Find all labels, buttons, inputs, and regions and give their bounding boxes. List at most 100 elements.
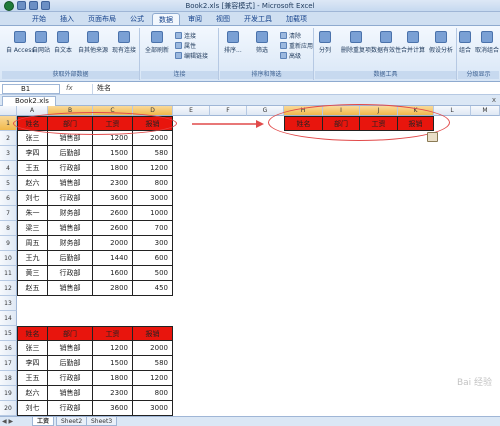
row-header[interactable]: 9	[0, 236, 17, 251]
table-cell[interactable]: 580	[133, 356, 173, 371]
table-cell[interactable]: 张三	[17, 131, 48, 146]
table-header-cell[interactable]: 报销	[133, 326, 173, 341]
table-cell[interactable]: 行政部	[48, 191, 93, 206]
tab-formulas[interactable]: 公式	[124, 13, 150, 25]
select-all-corner[interactable]	[0, 106, 17, 116]
row-header[interactable]: 12	[0, 281, 17, 296]
fx-icon[interactable]: fx	[66, 84, 73, 92]
table-cell[interactable]: 销售部	[48, 221, 93, 236]
table-cell[interactable]: 王九	[17, 251, 48, 266]
table-cell[interactable]: 3000	[133, 191, 173, 206]
table-cell[interactable]: 后勤部	[48, 251, 93, 266]
row-header[interactable]: 14	[0, 311, 17, 326]
table-cell[interactable]: 销售部	[48, 386, 93, 401]
table-cell[interactable]: 300	[133, 236, 173, 251]
table-cell[interactable]: 后勤部	[48, 356, 93, 371]
row-header[interactable]: 20	[0, 401, 17, 416]
data-validation-button[interactable]: 数据有效性	[371, 31, 401, 54]
spreadsheet-grid[interactable]: A B C D E F G H I J K L M 1 2 3 4 5 6 7 8 9 10 11 12 13 14 15 16 17 18…	[0, 104, 500, 416]
tab-insert[interactable]: 插入	[54, 13, 80, 25]
table-cell[interactable]: 1600	[93, 266, 133, 281]
sheet-tab-sheet3[interactable]: Sheet3	[86, 417, 118, 426]
table-cell[interactable]: 1200	[133, 371, 173, 386]
group-button[interactable]: 组合	[459, 31, 471, 54]
existing-connections-button[interactable]: 现有连接	[112, 31, 136, 54]
table-cell[interactable]: 800	[133, 176, 173, 191]
table-cell[interactable]: 1000	[133, 206, 173, 221]
sheet-tab-wages[interactable]: 工资	[32, 417, 55, 426]
filter-button[interactable]: 筛选	[256, 31, 268, 54]
tab-add-ins[interactable]: 加载项	[280, 13, 313, 25]
tab-review[interactable]: 审阅	[182, 13, 208, 25]
table-cell[interactable]: 2000	[93, 236, 133, 251]
table-cell[interactable]: 销售部	[48, 176, 93, 191]
sheet-tab-sheet2[interactable]: Sheet2	[56, 417, 88, 426]
remove-duplicates-button[interactable]: 删除重复项	[341, 31, 371, 54]
table-cell[interactable]: 黄三	[17, 266, 48, 281]
table-cell[interactable]: 刘七	[17, 401, 48, 416]
table-cell[interactable]: 2800	[93, 281, 133, 296]
workbook-tab[interactable]: Book2.xls	[2, 96, 56, 106]
table-cell[interactable]: 刘七	[17, 191, 48, 206]
consolidate-button[interactable]: 合并计算	[401, 31, 425, 54]
table-cell[interactable]: 赵六	[17, 386, 48, 401]
table-cell[interactable]: 1800	[93, 161, 133, 176]
table-cell[interactable]: 销售部	[48, 341, 93, 356]
row-header[interactable]: 19	[0, 386, 17, 401]
reapply-button[interactable]: 重新应用	[280, 41, 313, 50]
from-other-sources-button[interactable]: 自其他来源	[78, 31, 108, 54]
table-cell[interactable]: 销售部	[48, 281, 93, 296]
from-web-button[interactable]: 自网站	[32, 31, 50, 54]
table-cell[interactable]: 600	[133, 251, 173, 266]
column-header[interactable]: F	[210, 106, 247, 116]
table-header-cell[interactable]: 部门	[48, 326, 93, 341]
connections-button[interactable]: 连接	[175, 31, 196, 40]
table-cell[interactable]: 财务部	[48, 236, 93, 251]
row-header[interactable]: 15	[0, 326, 17, 341]
table-cell[interactable]: 450	[133, 281, 173, 296]
edit-links-button[interactable]: 编辑链接	[175, 51, 208, 60]
table-cell[interactable]: 580	[133, 146, 173, 161]
row-header[interactable]: 3	[0, 146, 17, 161]
table-cell[interactable]: 1440	[93, 251, 133, 266]
table-cell[interactable]: 2600	[93, 206, 133, 221]
row-header[interactable]: 5	[0, 176, 17, 191]
tab-view[interactable]: 视图	[210, 13, 236, 25]
from-text-button[interactable]: 自文本	[54, 31, 72, 54]
clear-button[interactable]: 清除	[280, 31, 301, 40]
table-cell[interactable]: 王五	[17, 371, 48, 386]
row-header[interactable]: 11	[0, 266, 17, 281]
close-workbook-icon[interactable]: x	[492, 96, 496, 104]
properties-button[interactable]: 属性	[175, 41, 196, 50]
ungroup-button[interactable]: 取消组合	[475, 31, 499, 54]
refresh-all-button[interactable]: 全部刷新	[145, 31, 169, 54]
table-cell[interactable]: 2000	[133, 341, 173, 356]
what-if-analysis-button[interactable]: 假设分析	[429, 31, 453, 54]
tab-data[interactable]: 数据	[152, 13, 180, 25]
table-header-cell[interactable]: 姓名	[17, 326, 48, 341]
table-cell[interactable]: 3600	[93, 191, 133, 206]
row-header[interactable]: 13	[0, 296, 17, 311]
row-header[interactable]: 10	[0, 251, 17, 266]
table-cell[interactable]: 财务部	[48, 206, 93, 221]
row-header[interactable]: 8	[0, 221, 17, 236]
table-cell[interactable]: 朱一	[17, 206, 48, 221]
column-header[interactable]: M	[471, 106, 500, 116]
table-cell[interactable]: 500	[133, 266, 173, 281]
table-cell[interactable]: 赵五	[17, 281, 48, 296]
paste-options-icon[interactable]	[427, 132, 438, 142]
tab-home[interactable]: 开始	[26, 13, 52, 25]
table-cell[interactable]: 3600	[93, 401, 133, 416]
table-header-cell[interactable]: 工资	[93, 326, 133, 341]
table-cell[interactable]: 2300	[93, 386, 133, 401]
row-header[interactable]: 16	[0, 341, 17, 356]
from-access-button[interactable]: 自 Access	[6, 31, 34, 54]
text-to-columns-button[interactable]: 分列	[319, 31, 331, 54]
row-header[interactable]: 17	[0, 356, 17, 371]
row-header[interactable]: 7	[0, 206, 17, 221]
row-header[interactable]: 18	[0, 371, 17, 386]
table-cell[interactable]: 2600	[93, 221, 133, 236]
table-cell[interactable]: 1800	[93, 371, 133, 386]
row-header[interactable]: 2	[0, 131, 17, 146]
table-cell[interactable]: 1500	[93, 356, 133, 371]
